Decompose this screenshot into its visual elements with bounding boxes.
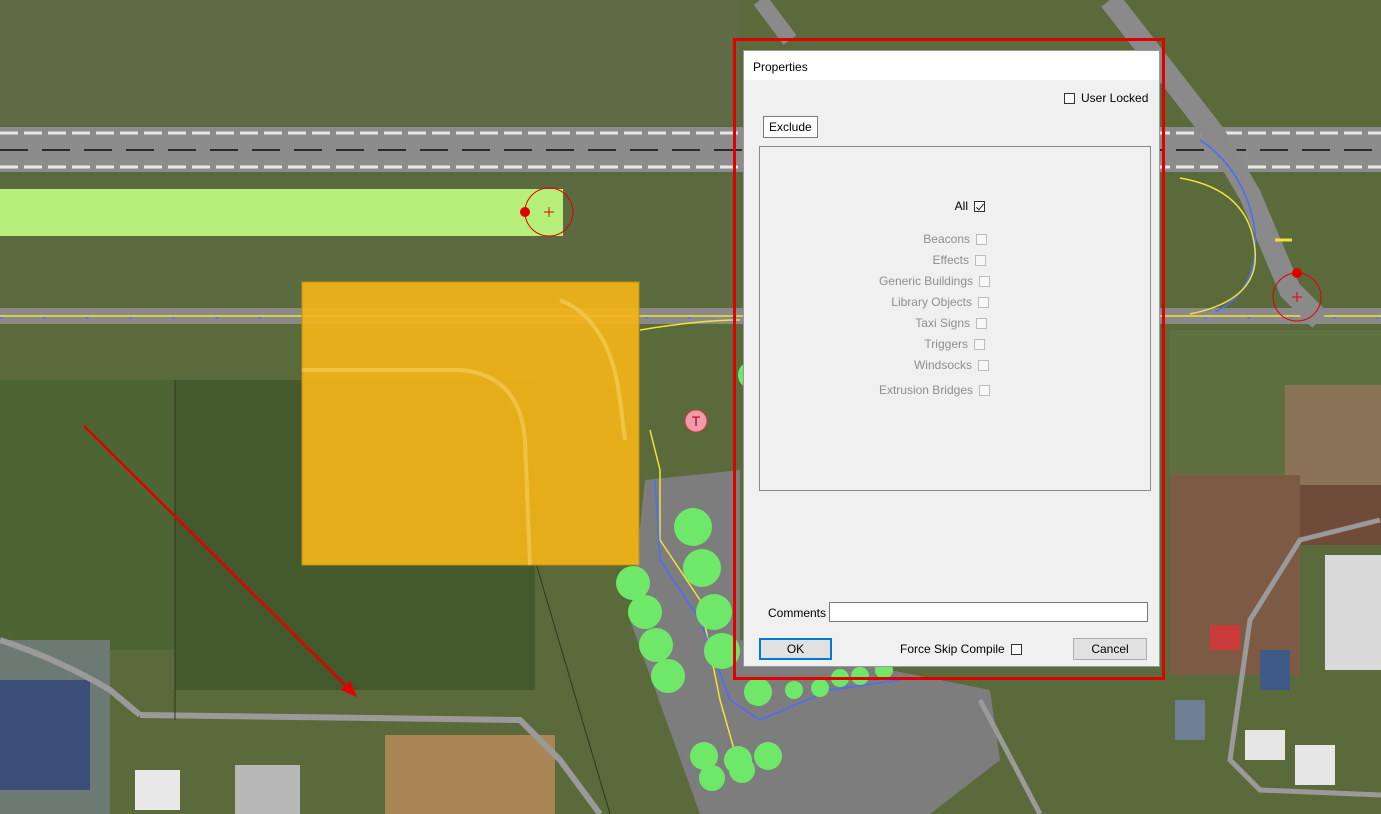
force-skip-compile-checkbox[interactable]: Force Skip Compile <box>900 642 1022 656</box>
user-locked-label: User Locked <box>1081 91 1149 105</box>
exclude-label-beacons: Beacons <box>923 232 970 246</box>
exclude-checkbox-library-objects <box>978 296 989 308</box>
dialog-titlebar[interactable]: Properties <box>744 51 1159 80</box>
exclusion-zone[interactable] <box>301 281 640 566</box>
user-locked-checkbox[interactable]: User Locked <box>1064 91 1148 105</box>
force-skip-compile-box[interactable] <box>1010 643 1022 655</box>
tab-exclude[interactable]: Exclude <box>763 116 818 138</box>
exclude-row-windsocks: Windsocks <box>914 358 989 372</box>
tower-marker-letter: T <box>692 413 701 429</box>
exclude-row-taxi-signs: Taxi Signs <box>915 316 987 330</box>
exclude-row-triggers: Triggers <box>924 337 985 351</box>
grass-zone <box>0 189 563 236</box>
exclude-row-extrusion-bridges: Extrusion Bridges <box>879 383 990 397</box>
exclude-checkbox-effects <box>975 254 986 266</box>
exclude-checkbox-extrusion-bridges <box>979 384 990 396</box>
exclude-label-library-objects: Library Objects <box>891 295 972 309</box>
ok-button[interactable]: OK <box>759 638 832 660</box>
exclude-panel: All Beacons Effects Generic Buildings Li… <box>759 146 1151 491</box>
exclude-checkbox-windsocks <box>978 359 989 371</box>
properties-dialog: Properties User Locked Exclude All Beaco… <box>743 50 1160 667</box>
exclude-label-triggers: Triggers <box>924 337 968 351</box>
comments-input[interactable] <box>829 602 1148 622</box>
exclude-checkbox-taxi-signs <box>976 317 987 329</box>
comments-label: Comments <box>768 606 827 620</box>
scenery-map[interactable]: T <box>0 0 1381 814</box>
exclude-row-library-objects: Library Objects <box>891 295 989 309</box>
exclude-label-windsocks: Windsocks <box>913 358 972 372</box>
dialog-title: Properties <box>753 60 808 74</box>
exclude-checkbox-triggers <box>974 338 985 350</box>
exclude-checkbox-all[interactable] <box>974 200 985 212</box>
force-skip-compile-label: Force Skip Compile <box>900 642 1005 656</box>
exclude-label-effects: Effects <box>932 253 969 267</box>
exclude-row-beacons: Beacons <box>923 232 987 246</box>
exclude-label-generic-buildings: Generic Buildings <box>878 274 973 288</box>
exclude-label-taxi-signs: Taxi Signs <box>915 316 970 330</box>
exclude-checkbox-beacons <box>976 233 987 245</box>
exclude-checkbox-generic-buildings <box>979 275 990 287</box>
exclude-row-generic-buildings: Generic Buildings <box>879 274 990 288</box>
exclude-row-effects: Effects <box>933 253 986 267</box>
exclude-label-all: All <box>954 199 968 213</box>
exclude-label-extrusion-bridges: Extrusion Bridges <box>878 383 973 397</box>
cancel-button[interactable]: Cancel <box>1073 638 1147 660</box>
exclude-row-all[interactable]: All <box>955 199 985 213</box>
rotation-handle-dot[interactable] <box>520 207 530 217</box>
user-locked-box[interactable] <box>1064 92 1075 104</box>
